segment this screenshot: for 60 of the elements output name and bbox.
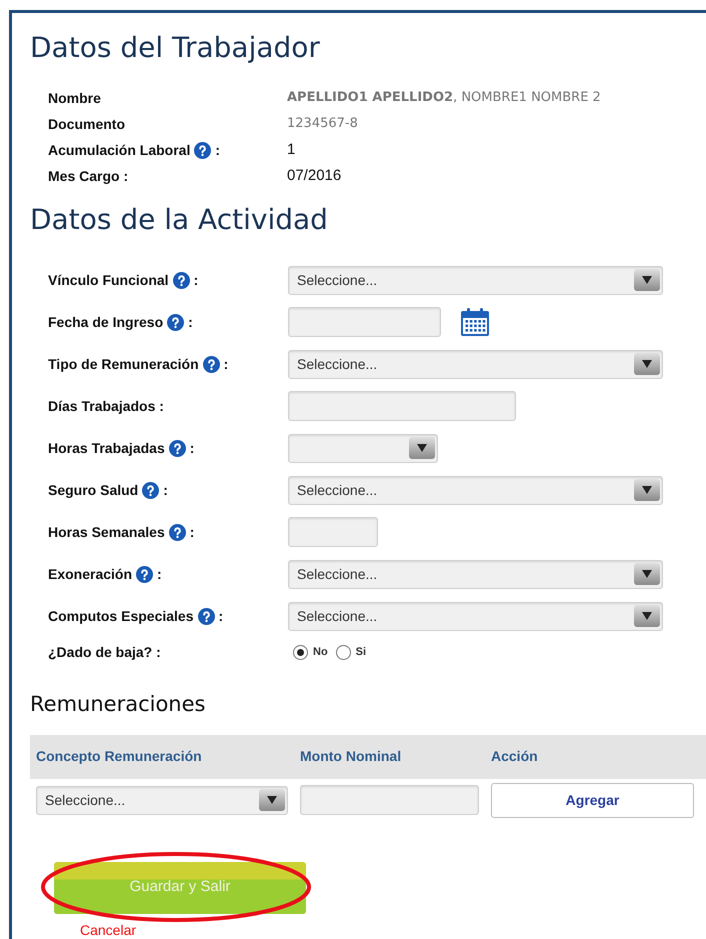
colon-text: : xyxy=(190,522,194,542)
select-field[interactable]: Seleccione... xyxy=(288,602,663,630)
field-label: Exoneración xyxy=(48,564,132,584)
field-label: Nombre xyxy=(48,88,101,108)
add-button[interactable]: Agregar xyxy=(491,782,694,818)
colon-text: : xyxy=(224,354,228,374)
calendar-icon[interactable] xyxy=(459,306,491,338)
radio-label: Si xyxy=(356,644,366,660)
section-title: Datos del Trabajador xyxy=(30,31,321,65)
field-label: Seguro Salud xyxy=(48,480,138,500)
field-label: Horas Semanales xyxy=(48,522,165,542)
select-field[interactable]: Seleccione... xyxy=(288,266,663,294)
field-label: Días Trabajados : xyxy=(48,396,164,416)
colon-text: : xyxy=(190,438,194,458)
select-field[interactable]: Seleccione... xyxy=(288,350,663,378)
select-field[interactable] xyxy=(288,434,438,462)
cancel-link[interactable]: Cancelar xyxy=(80,922,706,938)
colon-text: : xyxy=(163,480,168,500)
field-label: Horas Trabajadas xyxy=(48,438,165,458)
help-icon[interactable] xyxy=(172,272,190,288)
field-label: Mes Cargo : xyxy=(48,166,128,186)
column-header: Monto Nominal xyxy=(300,747,402,766)
colon-text: : xyxy=(218,606,224,626)
input-field[interactable] xyxy=(300,785,479,815)
radio-button[interactable] xyxy=(336,644,351,660)
help-icon[interactable] xyxy=(194,142,212,158)
field-label: Acumulación Laboral xyxy=(48,140,190,160)
select-field[interactable]: Seleccione... xyxy=(288,560,663,588)
field-label: Computos Especiales xyxy=(48,606,194,626)
radio-button[interactable] xyxy=(293,644,308,660)
field-label: ¿Dado de baja? : xyxy=(48,642,161,662)
field-value: 1 xyxy=(287,140,296,160)
help-icon[interactable] xyxy=(167,314,184,330)
help-icon[interactable] xyxy=(142,482,160,498)
select-field[interactable]: Seleccione... xyxy=(36,786,288,814)
field-value: 1234567-8 xyxy=(287,115,358,134)
radio-label: No xyxy=(313,644,328,660)
field-label: Fecha de Ingreso xyxy=(48,312,164,332)
section-title: Remuneraciones xyxy=(30,691,206,718)
colon-text: : xyxy=(194,270,198,290)
help-icon[interactable] xyxy=(168,440,186,456)
help-icon[interactable] xyxy=(168,524,186,540)
field-label: Tipo de Remuneración xyxy=(48,354,199,374)
field-value: 07/2016 xyxy=(287,166,342,186)
colon-text: : xyxy=(215,140,220,160)
field-value: APELLIDO1 APELLIDO2, NOMBRE1 NOMBRE 2 xyxy=(287,89,601,108)
column-header: Acción xyxy=(491,747,538,766)
help-icon[interactable] xyxy=(198,608,214,624)
help-icon[interactable] xyxy=(202,356,220,372)
help-icon[interactable] xyxy=(136,566,154,582)
select-field[interactable]: Seleccione... xyxy=(288,476,663,504)
colon-text: : xyxy=(188,312,193,332)
column-header: Concepto Remuneración xyxy=(36,747,203,766)
field-label: Vínculo Funcional xyxy=(48,270,169,290)
input-field[interactable] xyxy=(288,517,378,547)
input-field[interactable] xyxy=(288,391,516,421)
section-title: Datos de la Actividad xyxy=(30,203,329,237)
input-field[interactable] xyxy=(288,307,441,337)
colon-text: : xyxy=(157,564,162,584)
field-label: Documento xyxy=(48,114,125,134)
